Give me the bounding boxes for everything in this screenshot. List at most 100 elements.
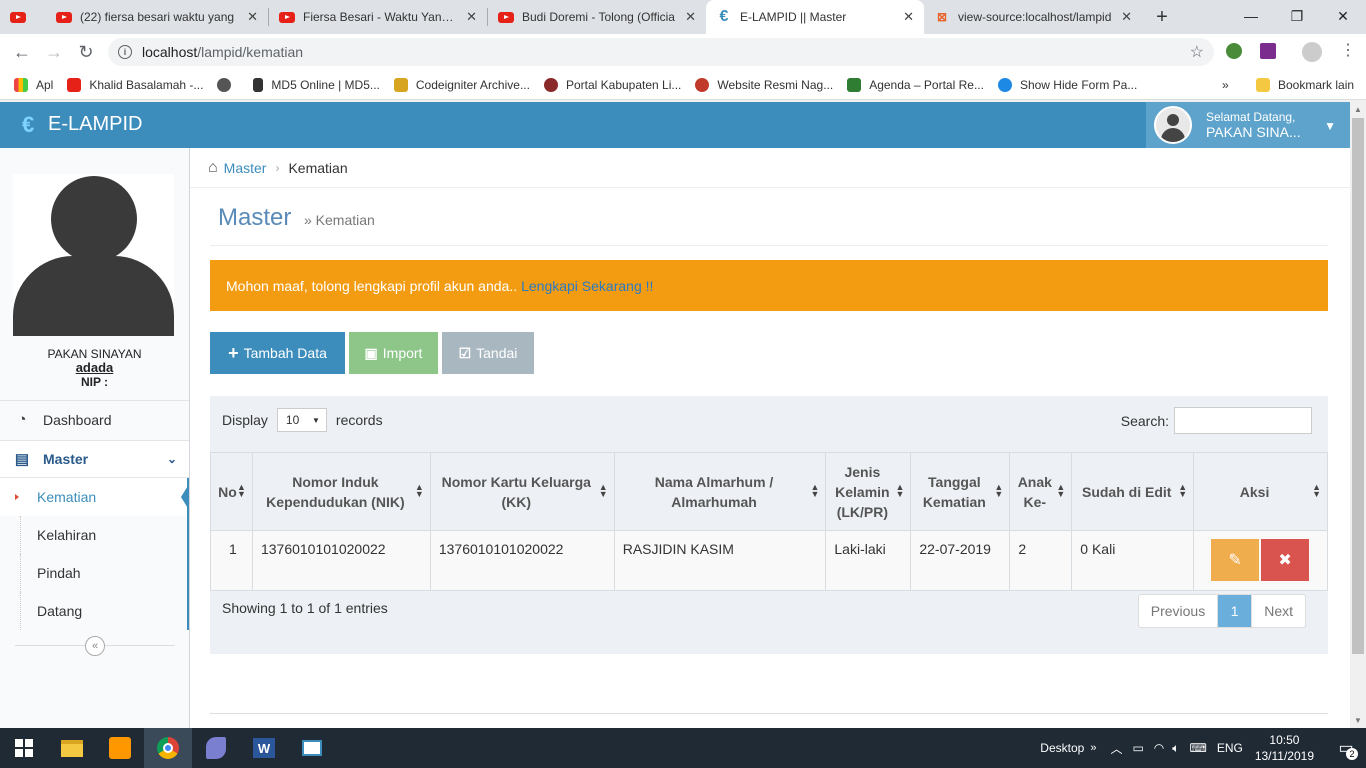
tab-youtube-search[interactable]: (22) fiersa besari waktu yang ✕ (46, 0, 268, 34)
toolbar-expand-icon[interactable]: » (1090, 742, 1096, 754)
scroll-up-icon[interactable]: ▲ (1354, 105, 1362, 114)
home-icon[interactable]: ⌂ (208, 159, 218, 177)
page-scrollbar[interactable]: ▲ ▼ (1350, 102, 1366, 728)
column-header-nik[interactable]: Nomor Induk Kependudukan (NIK) ▲ ▼ (251, 452, 431, 531)
notifications-icon[interactable]: ▭ 2 (1326, 728, 1366, 768)
sublime-text-icon[interactable] (96, 728, 144, 768)
new-tab-button[interactable]: + (1142, 0, 1182, 34)
column-header-tanggal[interactable]: Tanggal Kematian ▲ ▼ (910, 452, 1011, 531)
column-header-anak-ke[interactable]: Anak Ke- ▲ ▼ (1009, 452, 1073, 531)
tab-youtube-fiersa[interactable]: Fiersa Besari - Waktu Yang Sa ✕ (269, 0, 487, 34)
minimize-icon[interactable]: — (1228, 0, 1274, 32)
data-table-panel: Display 10 ▼ records Search: No ▲ ▼ Nomor … (210, 396, 1328, 654)
app-header: € E-LAMPID Selamat Datang, PAKAN SINA...… (0, 102, 1350, 148)
file-excel-icon: ▣ (364, 344, 378, 361)
bookmarks-bar: Apl Khalid Basalamah -... MD5 Online | M… (0, 70, 1366, 100)
tab-elampid[interactable]: € E-LAMPID || Master ✕ (706, 0, 924, 34)
edit-button[interactable]: ✎ (1211, 539, 1260, 581)
window-app-icon[interactable] (288, 728, 336, 768)
bookmarks-overflow[interactable]: » (1222, 78, 1229, 92)
sidebar-item-datang[interactable]: Datang (0, 592, 189, 630)
sidebar-item-master[interactable]: ▤ Master ⌄ (0, 440, 189, 478)
column-header-kk[interactable]: Nomor Kartu Keluarga (KK) ▲ ▼ (429, 452, 615, 531)
close-icon: ✖ (1278, 552, 1292, 569)
back-icon[interactable]: ← (6, 36, 38, 68)
file-explorer-icon[interactable] (48, 728, 96, 768)
breadcrumb-master[interactable]: Master (224, 160, 267, 176)
close-icon[interactable]: ✕ (460, 9, 477, 25)
windows-start-icon[interactable] (0, 728, 48, 768)
bookmark-item[interactable]: Show Hide Form Pa... (997, 77, 1138, 92)
bookmark-item[interactable]: Codeigniter Archive... (393, 77, 530, 92)
info-icon[interactable]: i (118, 45, 132, 59)
next-page-button[interactable]: Next (1251, 595, 1305, 627)
word-icon[interactable]: W (240, 728, 288, 768)
keyboard-icon[interactable]: ⌨︎ (1189, 741, 1206, 755)
clock[interactable]: 10:50 13/11/2019 (1255, 732, 1314, 764)
brand[interactable]: € E-LAMPID (22, 113, 142, 136)
scroll-down-icon[interactable]: ▼ (1354, 716, 1362, 725)
chrome-icon[interactable] (144, 728, 192, 768)
sidebar-item-dashboard[interactable]: ◔ Dashboard (0, 400, 189, 438)
complete-profile-link[interactable]: Lengkapi Sekarang !! (521, 278, 653, 294)
book-icon: ▤ (14, 451, 30, 468)
tab-youtube-pinned[interactable] (0, 0, 46, 34)
bookmark-item[interactable]: Website Resmi Nag... (695, 77, 833, 92)
column-header-nama[interactable]: Nama Almarhum / Almarhumah ▲ ▼ (613, 452, 827, 531)
profile-username[interactable]: adada (0, 361, 189, 375)
close-icon[interactable]: ✕ (1115, 9, 1132, 25)
tray-overflow-icon[interactable]: ︿ (1110, 740, 1122, 757)
extension-icon[interactable] (1260, 43, 1276, 59)
sidebar-item-pindah[interactable]: Pindah (0, 554, 189, 592)
column-header-jenis-kelamin[interactable]: Jenis Kelamin (LK/PR) ▲ ▼ (825, 452, 912, 531)
scrollbar-thumb[interactable] (1352, 118, 1364, 654)
delete-button[interactable]: ✖ (1261, 539, 1310, 581)
bookmark-item[interactable] (217, 77, 239, 92)
close-icon[interactable]: ✕ (679, 9, 696, 25)
column-label: Sudah di Edit (1081, 483, 1172, 500)
page-1-button[interactable]: 1 (1217, 595, 1252, 627)
tab-view-source[interactable]: ⊠ view-source:localhost/lampid ✕ (924, 0, 1142, 34)
bookmark-item[interactable]: MD5 Online | MD5... (253, 77, 380, 92)
bookmark-star-icon[interactable]: ☆ (1190, 42, 1204, 62)
page-length-select[interactable]: 10 ▼ (276, 408, 327, 432)
tab-youtube-budi[interactable]: Budi Doremi - Tolong (Officia ✕ (488, 0, 706, 34)
battery-icon[interactable]: ▭ (1132, 741, 1143, 755)
column-header-no[interactable]: No ▲ ▼ (210, 452, 253, 531)
profile-avatar-icon[interactable] (1302, 42, 1322, 62)
bookmark-item[interactable]: Khalid Basalamah -... (67, 77, 203, 92)
maximize-icon[interactable]: ❐ (1274, 0, 1320, 32)
volume-icon[interactable]: 🔈︎ (1172, 741, 1179, 756)
add-data-button[interactable]: + Tambah Data (210, 332, 345, 374)
column-header-sudah-edit[interactable]: Sudah di Edit ▲ ▼ (1071, 452, 1195, 531)
extension-globe-icon[interactable] (1226, 43, 1242, 59)
other-bookmarks[interactable]: Bookmark lain (1256, 77, 1354, 92)
forward-icon[interactable]: → (38, 36, 70, 68)
breadcrumb-separator-icon: › (275, 160, 280, 175)
close-icon[interactable]: ✕ (897, 9, 914, 25)
user-menu[interactable]: Selamat Datang, PAKAN SINA... ▼ (1146, 102, 1350, 148)
sidebar-item-kelahiran[interactable]: Kelahiran (0, 516, 189, 554)
youtube-icon (279, 9, 295, 25)
network-icon[interactable]: ◠ (1154, 741, 1164, 755)
sidebar-item-kematian[interactable]: Kematian (0, 478, 189, 516)
column-header-aksi[interactable]: Aksi ▲ ▼ (1193, 452, 1328, 531)
previous-page-button[interactable]: Previous (1139, 595, 1217, 627)
address-bar[interactable]: i localhost /lampid/kematian ☆ (108, 38, 1214, 66)
bookmark-apps[interactable]: Apl (14, 77, 53, 92)
window-close-icon[interactable]: ✕ (1320, 0, 1366, 32)
reload-icon[interactable]: ↻ (70, 36, 102, 68)
search-input[interactable] (1174, 407, 1312, 434)
collapse-sidebar-icon[interactable]: « (85, 636, 105, 656)
desktop-toolbar[interactable]: Desktop (1040, 741, 1084, 755)
bookmark-item[interactable]: Portal Kabupaten Li... (543, 77, 681, 92)
language-indicator[interactable]: ENG (1217, 741, 1243, 755)
app-icon[interactable] (192, 728, 240, 768)
column-label: Anak Ke- (1017, 473, 1052, 510)
bookmark-label: Show Hide Form Pa... (1019, 77, 1138, 92)
bookmark-item[interactable]: Agenda – Portal Re... (847, 77, 984, 92)
close-icon[interactable]: ✕ (241, 9, 258, 25)
mark-button[interactable]: ☑ Tandai (442, 332, 534, 374)
more-menu-icon[interactable]: ⋮ (1340, 40, 1356, 60)
import-button[interactable]: ▣ Import (349, 332, 438, 374)
